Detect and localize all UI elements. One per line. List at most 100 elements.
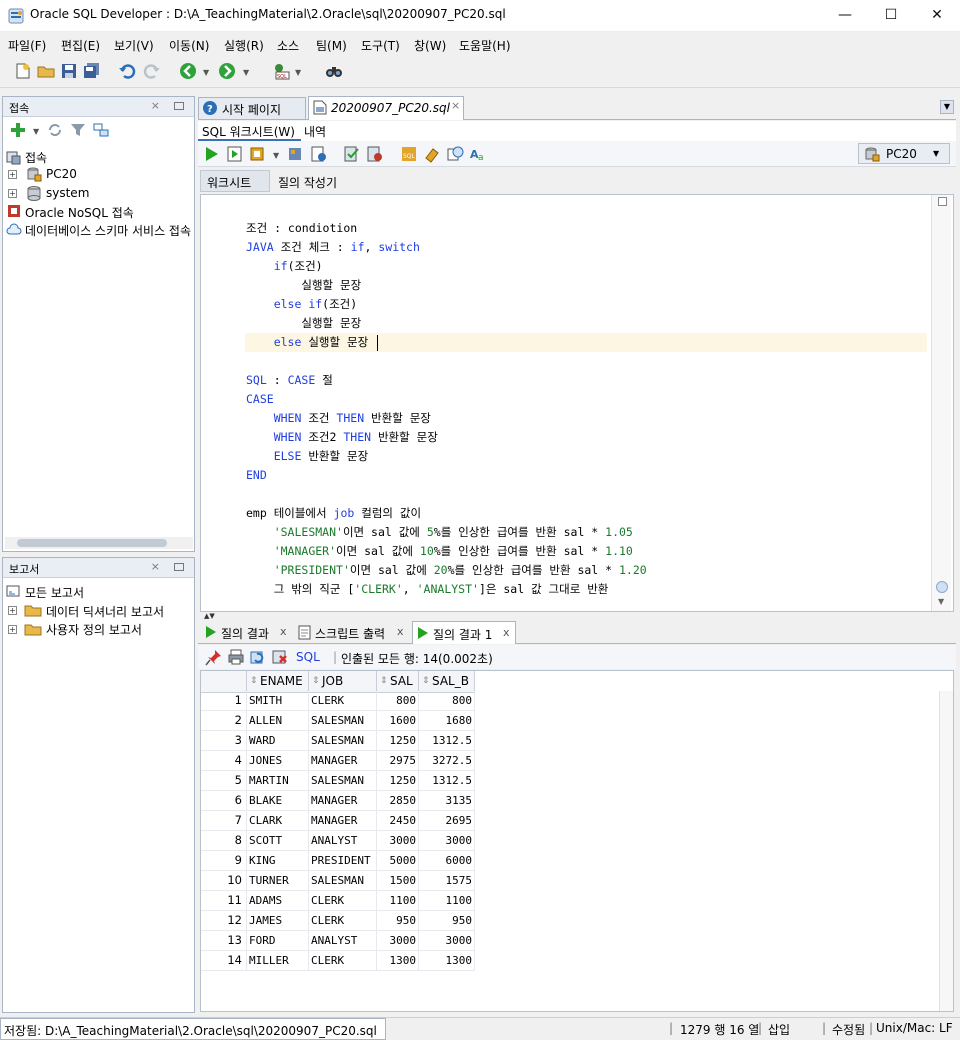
table-cell[interactable]: 1300 (419, 951, 475, 971)
table-cell[interactable]: BLAKE (247, 791, 309, 811)
tab-query-builder[interactable]: 질의 작성기 (278, 174, 337, 191)
table-cell[interactable]: 3000 (377, 931, 419, 951)
code-line[interactable]: else 실행할 문장 (246, 333, 368, 352)
tab-query-result[interactable]: 질의 결과 x (202, 623, 292, 643)
code-line[interactable]: 실행할 문장 (246, 276, 361, 295)
tab-start-page[interactable]: ? 시작 페이지 (198, 97, 306, 119)
run-statement-icon[interactable] (203, 145, 221, 163)
table-cell[interactable]: 1680 (419, 711, 475, 731)
clear-eraser-icon[interactable] (423, 145, 441, 163)
close-icon[interactable]: x (397, 625, 404, 638)
column-header-sal-b[interactable]: ⇕ SAL_B (419, 671, 475, 693)
connection-select[interactable]: PC20 ▼ (858, 143, 950, 164)
table-cell[interactable]: CLARK (247, 811, 309, 831)
table-row[interactable]: 5 MARTIN SALESMAN 1250 1312.5 (201, 771, 475, 791)
table-row[interactable]: 10 TURNER SALESMAN 1500 1575 (201, 871, 475, 891)
code-line[interactable]: if(조건) (246, 257, 323, 276)
table-cell[interactable]: CLERK (309, 911, 377, 931)
code-line[interactable]: ELSE 반환할 문장 (246, 447, 368, 466)
autotrace-dropdown-icon[interactable]: ▼ (273, 151, 279, 160)
table-cell[interactable]: 1250 (377, 731, 419, 751)
minimize-button[interactable]: — (822, 0, 868, 31)
table-cell[interactable]: CLERK (309, 951, 377, 971)
tree-all-reports[interactable]: 모든 보고서 (25, 584, 84, 601)
table-row[interactable]: 1 SMITH CLERK 800 800 (201, 691, 475, 711)
back-dropdown-icon[interactable]: ▼ (203, 68, 209, 77)
menu-source[interactable]: 소스 (277, 37, 299, 54)
table-cell[interactable]: 800 (419, 691, 475, 711)
table-cell[interactable]: ADAMS (247, 891, 309, 911)
save-all-icon[interactable] (83, 62, 101, 80)
scrollbar-down-icon[interactable]: ▼ (938, 597, 944, 606)
tab-list-dropdown-icon[interactable]: ▼ (940, 100, 954, 114)
table-cell[interactable]: 2450 (377, 811, 419, 831)
code-line[interactable]: else if(조건) (246, 295, 357, 314)
table-row[interactable]: 8 SCOTT ANALYST 3000 3000 (201, 831, 475, 851)
back-icon[interactable] (179, 62, 197, 80)
table-row[interactable]: 12 JAMES CLERK 950 950 (201, 911, 475, 931)
refresh-icon[interactable] (47, 122, 63, 138)
forward-dropdown-icon[interactable]: ▼ (243, 68, 249, 77)
table-row[interactable]: 13 FORD ANALYST 3000 3000 (201, 931, 475, 951)
save-icon[interactable] (60, 62, 78, 80)
autotrace-icon[interactable] (249, 145, 267, 163)
code-line[interactable]: emp 테이블에서 job 컬럼의 값이 (246, 504, 421, 523)
table-cell[interactable]: 5000 (377, 851, 419, 871)
code-line[interactable]: 실행할 문장 (246, 314, 361, 333)
code-line[interactable]: 'MANAGER'이면 sal 값에 10%를 인상한 급여를 반환 sal *… (246, 542, 633, 561)
table-cell[interactable]: 3135 (419, 791, 475, 811)
tree-user-defined-reports[interactable]: 사용자 정의 보고서 (46, 621, 142, 638)
table-cell[interactable]: 1312.5 (419, 731, 475, 751)
redo-icon[interactable] (143, 62, 161, 80)
column-header-ename[interactable]: ⇕ ENAME (247, 671, 309, 693)
row-number[interactable]: 5 (201, 771, 247, 791)
explain-plan-icon[interactable] (287, 145, 305, 163)
table-cell[interactable]: 3272.5 (419, 751, 475, 771)
table-cell[interactable]: 1100 (419, 891, 475, 911)
table-cell[interactable]: CLERK (309, 891, 377, 911)
table-cell[interactable]: MANAGER (309, 811, 377, 831)
table-cell[interactable]: MARTIN (247, 771, 309, 791)
table-cell[interactable]: 1100 (377, 891, 419, 911)
tab-script-output[interactable]: 스크립트 출력 x (296, 623, 408, 643)
table-cell[interactable]: PRESIDENT (309, 851, 377, 871)
table-cell[interactable]: SALESMAN (309, 711, 377, 731)
table-cell[interactable]: JAMES (247, 911, 309, 931)
row-number[interactable]: 4 (201, 751, 247, 771)
subtab-history[interactable]: 내역 (304, 123, 326, 140)
sql-format-icon[interactable]: SQL (400, 145, 418, 163)
minimize-panel-icon[interactable] (174, 102, 184, 110)
column-header-job[interactable]: ⇕ JOB (309, 671, 377, 693)
new-file-icon[interactable] (14, 62, 32, 80)
row-number[interactable]: 2 (201, 711, 247, 731)
table-cell[interactable]: KING (247, 851, 309, 871)
table-cell[interactable]: SALESMAN (309, 731, 377, 751)
code-line[interactable]: JAVA 조건 체크 : if, switch (246, 238, 420, 257)
table-cell[interactable]: 1300 (377, 951, 419, 971)
table-row[interactable]: 6 BLAKE MANAGER 2850 3135 (201, 791, 475, 811)
tree-connection-pc20[interactable]: PC20 (46, 167, 77, 181)
tree-schema-service-connections[interactable]: 데이터베이스 스키마 서비스 접속 (25, 222, 193, 239)
table-cell[interactable]: 3000 (377, 831, 419, 851)
menu-navigate[interactable]: 이동(N) (169, 37, 209, 54)
maximize-button[interactable]: ☐ (868, 0, 914, 31)
row-number[interactable]: 11 (201, 891, 247, 911)
table-cell[interactable]: FORD (247, 931, 309, 951)
row-number[interactable]: 12 (201, 911, 247, 931)
table-cell[interactable]: 2850 (377, 791, 419, 811)
sql-link[interactable]: SQL (296, 650, 320, 664)
table-cell[interactable]: MANAGER (309, 791, 377, 811)
table-cell[interactable]: MILLER (247, 951, 309, 971)
to-upper-lower-icon[interactable]: Aa (469, 145, 487, 163)
table-cell[interactable]: SMITH (247, 691, 309, 711)
expand-pc20-icon[interactable]: + (8, 170, 17, 179)
close-icon[interactable]: x (280, 625, 287, 638)
table-cell[interactable]: WARD (247, 731, 309, 751)
table-row[interactable]: 3 WARD SALESMAN 1250 1312.5 (201, 731, 475, 751)
code-line[interactable]: SQL : CASE 절 (246, 371, 333, 390)
editor-vertical-scrollbar[interactable]: ▼ (931, 195, 951, 611)
table-row[interactable]: 11 ADAMS CLERK 1100 1100 (201, 891, 475, 911)
code-line[interactable]: WHEN 조건 THEN 반환할 문장 (246, 409, 431, 428)
code-line[interactable]: 그 밖의 직군 ['CLERK', 'ANALYST']은 sal 값 그대로 … (246, 580, 609, 599)
code-line[interactable]: CASE (246, 390, 274, 409)
